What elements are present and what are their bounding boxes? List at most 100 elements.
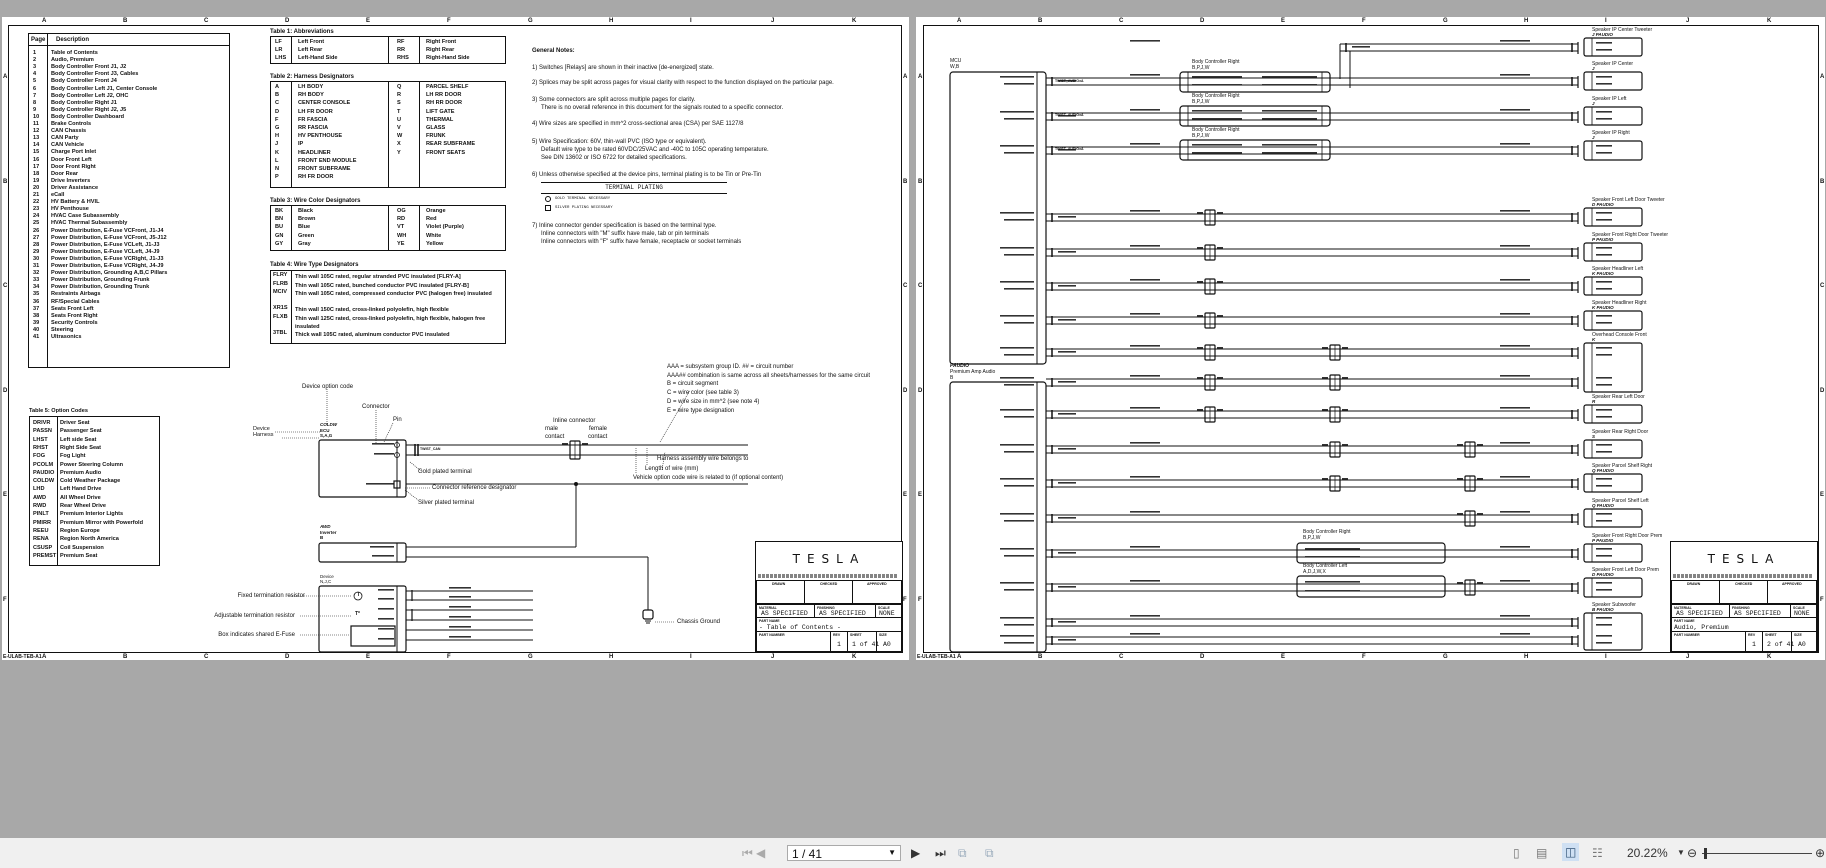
speaker-pin — [1596, 582, 1612, 584]
speaker-harness: S — [1592, 434, 1596, 439]
pin-label — [1004, 254, 1034, 256]
page-number-value: 1 / 41 — [792, 847, 823, 861]
twist-label: TWIST_AUDIOxA — [1055, 113, 1084, 117]
contact-label — [1322, 444, 1328, 446]
continuous-view-icon[interactable]: ▤ — [1536, 846, 1547, 860]
wire-label — [1130, 109, 1160, 111]
wire-label — [1500, 407, 1530, 409]
wire-label — [1500, 40, 1530, 42]
wire-label — [1130, 442, 1160, 444]
wire-label — [1500, 633, 1530, 635]
mcu-box — [949, 71, 1047, 365]
pin-label — [1000, 145, 1034, 147]
pin-label — [1262, 152, 1317, 154]
pin-label — [1192, 110, 1242, 112]
material-value: AS SPECIFIED — [1676, 610, 1723, 617]
speaker-pin — [1596, 322, 1612, 324]
wire-label — [1130, 210, 1160, 212]
pin-label — [1192, 152, 1242, 154]
pin-label — [1000, 409, 1034, 411]
paudio-harness: B — [950, 375, 954, 381]
tesla-logo-2: TESLA — [1707, 552, 1781, 566]
rev-value: 1 — [1752, 641, 1756, 648]
speaker-pin — [1596, 617, 1612, 619]
page-dropdown-icon[interactable]: ▼ — [888, 848, 896, 857]
size-value: A0 — [1798, 641, 1806, 648]
twist-label — [1058, 448, 1076, 450]
size-label: SIZE — [1794, 633, 1802, 637]
speaker-harness: J — [1592, 101, 1595, 106]
speaker-pin — [1596, 247, 1612, 249]
first-page-icon[interactable]: ⏮ — [742, 846, 753, 860]
contact-label — [1197, 247, 1203, 249]
contact-label — [1217, 212, 1223, 214]
speaker-pin — [1596, 520, 1612, 522]
mcu-harness: W,B — [950, 64, 960, 70]
contact-label — [1457, 478, 1463, 480]
speaker-box — [1583, 439, 1643, 459]
contact-label — [1457, 513, 1463, 515]
last-page-icon[interactable]: ⏭ — [935, 846, 946, 860]
paudio-box — [949, 381, 1047, 653]
pin-label — [1305, 581, 1360, 583]
speaker-pin — [1596, 555, 1612, 557]
twist-label — [1058, 285, 1076, 287]
wire-label — [1130, 546, 1160, 548]
pin-label — [1004, 219, 1034, 221]
pin-label — [1262, 84, 1317, 86]
contact-label — [1197, 347, 1203, 349]
zoom-dropdown-icon[interactable]: ▼ — [1677, 846, 1685, 860]
contact-label — [1322, 409, 1328, 411]
speaker-pin — [1596, 118, 1612, 120]
continuous-facing-view-icon[interactable]: ☷ — [1592, 846, 1603, 860]
wire-label — [1130, 313, 1160, 315]
wire-label — [1130, 407, 1160, 409]
speaker-harness: K PAUDIO — [1592, 271, 1614, 276]
contact-label — [1322, 478, 1328, 480]
zoom-slider[interactable] — [1702, 848, 1812, 859]
facing-view-icon[interactable]: ◫ — [1562, 843, 1580, 861]
pin-label — [1004, 416, 1034, 418]
wire-label — [1500, 580, 1530, 582]
pin-label — [1004, 322, 1034, 324]
speaker-box — [1583, 577, 1643, 598]
twist-label — [1058, 381, 1076, 383]
speaker-harness: K — [1592, 337, 1596, 342]
single-page-view-icon[interactable]: ▯ — [1513, 846, 1520, 860]
pin-label — [1262, 118, 1317, 120]
speaker-pin — [1596, 254, 1612, 256]
contact-label — [1322, 377, 1328, 379]
speaker-pin — [1596, 354, 1612, 356]
speaker-box — [1583, 612, 1643, 651]
speaker-box — [1583, 71, 1643, 91]
zoom-level[interactable]: 20.22% — [1627, 846, 1668, 860]
speaker-pin — [1596, 478, 1612, 480]
zoom-in-icon[interactable]: ⊕ — [1815, 846, 1825, 860]
twist-label: TWIST_AUDIOxA — [1055, 79, 1084, 83]
contact-label — [1322, 347, 1328, 349]
wire-label — [1130, 245, 1160, 247]
speaker-pin — [1596, 212, 1612, 214]
zoom-slider-handle[interactable] — [1704, 848, 1707, 859]
page-number-input[interactable]: 1 / 41 ▼ — [787, 845, 901, 861]
wire-label — [1500, 476, 1530, 478]
wire-label — [1500, 74, 1530, 76]
contact-label — [1477, 444, 1483, 446]
speaker-pin — [1596, 409, 1612, 411]
rotate-right-icon[interactable]: ⧉ — [985, 846, 994, 860]
speaker-pin — [1596, 49, 1612, 51]
wire-label — [1500, 210, 1530, 212]
rotate-left-icon[interactable]: ⧉ — [958, 846, 967, 860]
wire-label — [1130, 40, 1160, 42]
zoom-out-icon[interactable]: ⊖ — [1687, 846, 1697, 860]
previous-page-icon[interactable]: ◀ — [756, 846, 765, 860]
wire-label — [1130, 633, 1160, 635]
speaker-pin — [1596, 485, 1612, 487]
rev-label: REV — [1748, 633, 1756, 637]
contact-label — [1342, 409, 1348, 411]
contact-label — [1217, 247, 1223, 249]
speaker-box — [1583, 207, 1643, 227]
pin-label — [1192, 118, 1242, 120]
body-controller-right-box — [1179, 105, 1331, 127]
next-page-icon[interactable]: ▶ — [911, 846, 920, 860]
